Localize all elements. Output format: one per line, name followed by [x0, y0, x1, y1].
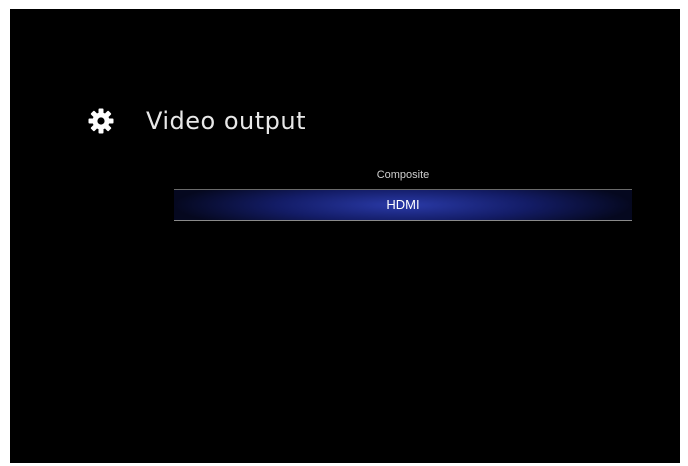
- menu-item-hdmi[interactable]: HDMI: [174, 189, 632, 221]
- settings-header: Video output: [88, 101, 306, 141]
- video-output-menu: Composite HDMI: [174, 161, 632, 221]
- page-title: Video output: [146, 107, 307, 135]
- menu-item-composite[interactable]: Composite: [174, 161, 632, 189]
- gear-icon: [88, 108, 114, 134]
- tv-screen: Video output Composite HDMI: [10, 9, 680, 463]
